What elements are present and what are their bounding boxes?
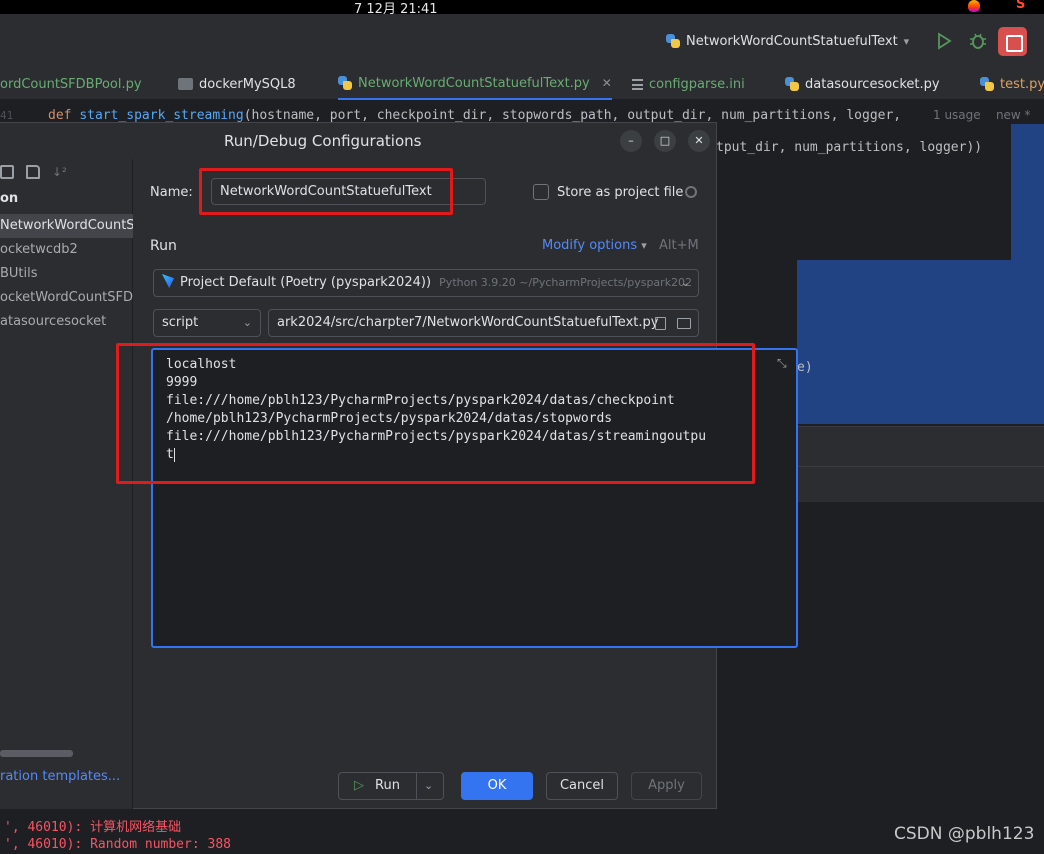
config-item[interactable]: atasourcesocket <box>0 310 133 334</box>
function-name: start_spark_streaming <box>79 107 244 123</box>
interpreter-detail: Python 3.9.20 ~/PycharmProjects/pyspark2… <box>439 276 693 289</box>
parameters-text: localhost 9999 file:///home/pblh123/Pych… <box>166 357 707 462</box>
usage-hint[interactable]: 1 usage new * <box>933 108 1031 122</box>
apply-button[interactable]: Apply <box>631 772 702 800</box>
tab-label: test.py <box>1000 76 1044 92</box>
run-button[interactable]: ▷ Run ⌄ <box>338 772 444 800</box>
python-file-icon <box>666 34 680 48</box>
python-file-icon <box>338 76 352 90</box>
close-button[interactable]: ✕ <box>688 130 710 152</box>
store-project-label: Store as project file <box>557 185 684 200</box>
ok-button[interactable]: OK <box>461 772 533 800</box>
tree-toolbar: ↓² <box>0 165 67 179</box>
console-line: ', 46010): Random number: 388 <box>4 837 231 852</box>
selection-highlight <box>797 260 1011 424</box>
stop-button[interactable] <box>998 27 1027 56</box>
new-folder-icon[interactable] <box>26 165 40 179</box>
chevron-down-icon[interactable]: ⌄ <box>424 773 433 799</box>
interpreter-value: Project Default (Poetry (pyspark2024)) <box>180 275 432 290</box>
modify-options-label: Modify options <box>542 238 638 253</box>
console-line: ', 46010): 计算机网络基础 <box>4 820 182 835</box>
sort-icon[interactable]: ↓² <box>52 165 67 179</box>
run-button-label: Run <box>375 778 400 793</box>
minimize-button[interactable]: – <box>620 130 642 152</box>
run-icon: ▷ <box>354 778 364 793</box>
tab-test[interactable]: test.py <box>980 68 1044 100</box>
run-debug-dialog: Run/Debug Configurations – □ ✕ ↓² on Net… <box>0 122 798 809</box>
run-console: ', 46010): 计算机网络基础 ', 46010): Random num… <box>0 808 1044 854</box>
name-input[interactable]: NetworkWordCountStatuefulText <box>211 178 486 205</box>
tab-label: configparse.ini <box>649 76 745 92</box>
script-path-input[interactable]: ark2024/src/charpter7/NetworkWordCountSt… <box>268 309 699 337</box>
close-tab-icon[interactable]: ✕ <box>602 76 612 90</box>
chevron-down-icon: ⌄ <box>680 276 690 289</box>
chevron-down-icon: ▾ <box>641 239 647 252</box>
terminal-icon <box>178 78 193 90</box>
code-continuation-2: e) <box>797 360 813 375</box>
tab-dockermysql8[interactable]: dockerMySQL8 <box>178 68 296 100</box>
tab-datasourcesocket[interactable]: datasourcesocket.py <box>785 68 940 100</box>
cancel-button[interactable]: Cancel <box>546 772 618 800</box>
config-item[interactable]: ocketwcdb2 <box>0 238 133 262</box>
tab-label: dockerMySQL8 <box>199 76 296 92</box>
script-parameters-textarea[interactable]: localhost 9999 file:///home/pblh123/Pych… <box>151 348 798 648</box>
run-icon[interactable] <box>935 32 953 50</box>
input-method-icon[interactable]: S <box>1016 0 1025 12</box>
divider <box>416 773 417 799</box>
flame-app-icon[interactable] <box>968 0 980 12</box>
new-marker: new * <box>995 108 1031 122</box>
config-item[interactable]: BUtils <box>0 262 133 286</box>
selection-highlight <box>1011 124 1044 424</box>
interpreter-select[interactable]: Project Default (Poetry (pyspark2024)) P… <box>153 269 699 297</box>
function-signature: (hostname, port, checkpoint_dir, stopwor… <box>243 107 902 123</box>
tab-networkwordcount[interactable]: NetworkWordCountStatuefulText.py ✕ <box>338 68 612 100</box>
keyword-def: def <box>48 107 72 123</box>
config-file-icon <box>632 78 643 90</box>
save-icon[interactable] <box>0 165 14 179</box>
python-file-icon <box>980 77 994 91</box>
tab-configparse[interactable]: configparse.ini <box>632 68 745 100</box>
tab-countsfdbpool[interactable]: ordCountSFDBPool.py <box>0 68 142 100</box>
run-config-selector[interactable]: NetworkWordCountStatuefulText ▾ <box>666 31 909 51</box>
os-top-bar: 7 12月 21:41 S <box>0 0 1044 17</box>
text-caret <box>174 448 175 462</box>
dialog-title: Run/Debug Configurations <box>224 132 422 150</box>
tab-label: datasourcesocket.py <box>805 76 940 92</box>
editor-tab-bar: ordCountSFDBPool.py dockerMySQL8 Network… <box>0 68 1044 100</box>
modify-options-link[interactable]: Modify options ▾ <box>542 238 647 253</box>
horizontal-scrollbar[interactable] <box>0 750 73 757</box>
script-type-value: script <box>162 315 199 330</box>
chevron-down-icon: ⌄ <box>242 316 252 329</box>
modify-options-shortcut: Alt+M <box>659 238 699 253</box>
folder-icon[interactable] <box>677 318 691 329</box>
run-config-label: NetworkWordCountStatuefulText <box>686 33 898 49</box>
line-number: 41 <box>0 108 14 122</box>
script-type-select[interactable]: script ⌄ <box>153 309 261 337</box>
config-item[interactable]: ocketWordCountSFDB <box>0 286 133 310</box>
configuration-form: Name: NetworkWordCountStatuefulText Stor… <box>116 159 798 763</box>
collapse-icon[interactable]: ⤡ <box>777 356 787 371</box>
tab-label: NetworkWordCountStatuefulText.py <box>358 75 590 91</box>
name-label: Name: <box>150 185 193 200</box>
python-file-icon <box>785 77 799 91</box>
usage-count: 1 usage <box>933 108 981 122</box>
watermark: CSDN @pblh123 <box>894 824 1035 844</box>
maximize-button[interactable]: □ <box>654 130 676 152</box>
store-project-checkbox[interactable] <box>533 184 549 200</box>
gear-icon[interactable] <box>685 186 697 198</box>
tab-label: ordCountSFDBPool.py <box>0 76 142 92</box>
run-section-title: Run <box>150 238 177 254</box>
chevron-down-icon: ▾ <box>903 34 910 48</box>
code-continuation: tput_dir, num_partitions, logger)) <box>716 140 983 155</box>
debug-bug-icon[interactable] <box>968 31 988 51</box>
tree-group-header[interactable]: on <box>0 191 18 206</box>
dialog-title-bar[interactable]: Run/Debug Configurations – □ ✕ <box>0 123 716 159</box>
configuration-tree-pane: ↓² on NetworkWordCountSta ocketwcdb2 BUt… <box>0 159 133 809</box>
edit-templates-link[interactable]: ration templates... <box>0 769 120 784</box>
config-item[interactable]: NetworkWordCountSta <box>0 214 133 238</box>
poetry-icon <box>162 274 174 288</box>
ide-toolbar: NetworkWordCountStatuefulText ▾ <box>0 14 1044 68</box>
script-path-value: ark2024/src/charpter7/NetworkWordCountSt… <box>277 315 659 330</box>
file-list-icon[interactable] <box>655 317 666 330</box>
